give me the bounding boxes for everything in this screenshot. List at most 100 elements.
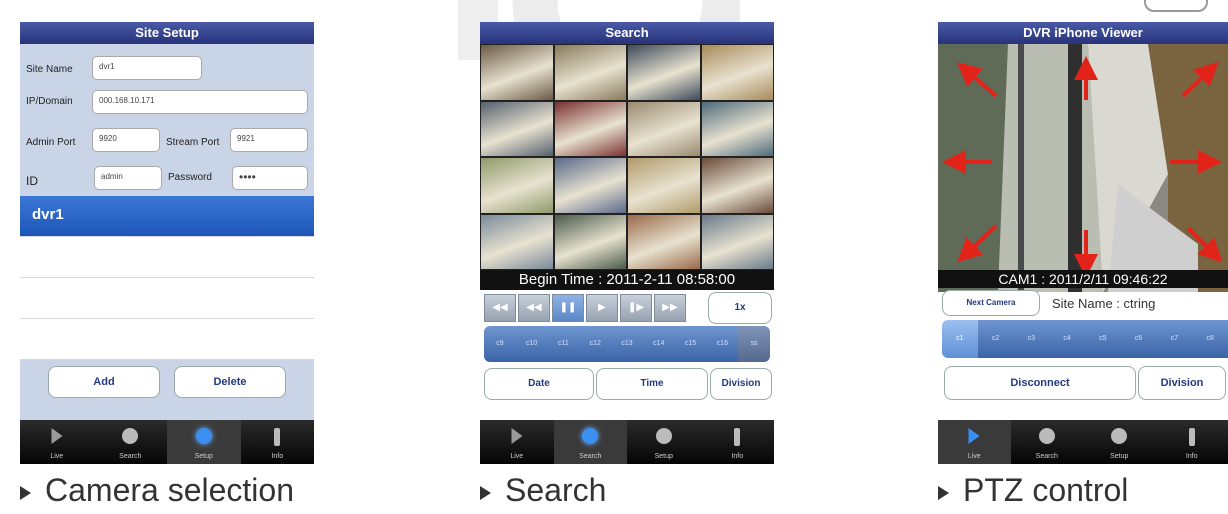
camera-thumbnail[interactable] <box>554 45 626 100</box>
site-name-field[interactable]: dvr1 <box>92 56 202 80</box>
ptz-down-right-arrow[interactable] <box>1186 226 1223 263</box>
tab-live[interactable]: Live <box>938 420 1011 464</box>
channel-button-c4[interactable]: c4 <box>1049 320 1086 358</box>
channel-button-c10[interactable]: c10 <box>515 326 549 362</box>
camera-thumbnail[interactable] <box>554 158 626 213</box>
channel-button-c1[interactable]: c1 <box>942 320 979 358</box>
site-list-item[interactable] <box>20 278 314 319</box>
tab-live[interactable]: Live <box>20 420 94 464</box>
channel-button-c13[interactable]: c13 <box>611 326 644 362</box>
search-phone-screen: Search Begin Time : 2011-2-11 08:58:00 ◀… <box>480 22 774 464</box>
rewind-button[interactable]: ◀◀ <box>518 294 550 322</box>
caption-arrow-icon <box>938 485 949 500</box>
disconnect-button[interactable]: Disconnect <box>944 366 1136 400</box>
camera-thumbnail[interactable] <box>701 158 773 213</box>
camera-thumbnail[interactable] <box>481 101 553 156</box>
add-button[interactable]: Add <box>48 366 160 398</box>
tab-info-label: Info <box>271 453 284 460</box>
channel-strip: c1 c2 c3 c4 c5 c6 c7 c8 <box>942 320 1228 358</box>
caption-ptz: PTZ control <box>938 472 1128 509</box>
tab-search-label: Search <box>1035 453 1058 460</box>
setup-phone-screen: Site Setup Site Name dvr1 IP/Domain 000.… <box>20 22 314 464</box>
ptz-up-right-arrow[interactable] <box>1181 61 1219 98</box>
channel-button-c14[interactable]: c14 <box>642 326 676 362</box>
site-name-display: Site Name : ctring <box>1052 296 1156 311</box>
camera-thumbnail[interactable] <box>628 45 700 100</box>
step-forward-icon: ❚▶ <box>627 302 645 313</box>
channel-button-c9[interactable]: c9 <box>484 326 517 362</box>
ip-domain-field[interactable]: 000.168.10.171 <box>92 90 308 114</box>
camera-thumbnail[interactable] <box>481 45 553 100</box>
tab-setup[interactable]: Setup <box>167 420 241 464</box>
fast-forward-button[interactable]: ▶▶ <box>654 294 686 322</box>
tab-setup-label: Setup <box>1110 453 1129 460</box>
tab-info[interactable]: Info <box>241 420 315 464</box>
channel-button-c15[interactable]: c15 <box>674 326 708 362</box>
tab-search[interactable]: Search <box>553 420 627 464</box>
site-list-item[interactable] <box>20 319 314 360</box>
date-button[interactable]: Date <box>484 368 594 400</box>
tab-setup[interactable]: Setup <box>627 420 701 464</box>
ptz-up-left-arrow[interactable] <box>956 62 998 98</box>
channel-button-c5[interactable]: c5 <box>1085 320 1122 358</box>
camera-thumbnail[interactable] <box>701 101 773 156</box>
info-icon <box>274 428 281 446</box>
channel-button-c2[interactable]: c2 <box>977 320 1015 358</box>
channel-button-c3[interactable]: c3 <box>1013 320 1051 358</box>
play-button[interactable]: ▶ <box>586 294 618 322</box>
delete-button[interactable]: Delete <box>174 366 286 398</box>
tab-bar: Live Search Setup Info <box>480 420 774 464</box>
speed-button[interactable]: 1x <box>708 292 772 324</box>
camera-thumbnail[interactable] <box>481 158 553 213</box>
caption-camera-text: Camera selection <box>45 472 294 508</box>
stream-port-field[interactable]: 9921 <box>230 128 308 152</box>
channel-button-c11[interactable]: c11 <box>547 326 581 362</box>
step-forward-button[interactable]: ❚▶ <box>620 294 652 322</box>
channel-button-c6[interactable]: c6 <box>1120 320 1158 358</box>
channel-button-c16[interactable]: c16 <box>706 326 740 362</box>
tab-search[interactable]: Search <box>94 420 168 464</box>
ptz-arrows <box>942 56 1223 278</box>
tab-setup[interactable]: Setup <box>1083 420 1156 464</box>
tab-info[interactable]: Info <box>701 420 775 464</box>
stream-port-label: Stream Port <box>166 137 220 148</box>
tab-live-label: Live <box>967 453 981 460</box>
time-button[interactable]: Time <box>596 368 708 400</box>
channel-button-ss[interactable]: ss <box>738 326 770 362</box>
site-name-label: Site Name <box>26 64 73 75</box>
caption-search-text: Search <box>505 472 607 508</box>
channel-button-c8[interactable]: c8 <box>1192 320 1228 358</box>
begin-time-display: Begin Time : 2011-2-11 08:58:00 <box>480 270 774 290</box>
site-list-item-selected[interactable]: dvr1 <box>20 196 314 237</box>
caption-arrow-icon <box>480 485 491 500</box>
rewind-fast-button[interactable]: ◀◀ <box>484 294 516 322</box>
division-button[interactable]: Division <box>710 368 772 400</box>
camera-thumbnail[interactable] <box>628 101 700 156</box>
camera-thumbnail[interactable] <box>554 101 626 156</box>
tab-search[interactable]: Search <box>1011 420 1084 464</box>
password-label: Password <box>168 172 212 183</box>
password-field[interactable]: •••• <box>232 166 308 190</box>
camera-thumbnail[interactable] <box>701 45 773 100</box>
tab-info[interactable]: Info <box>1156 420 1228 464</box>
channel-button-c12[interactable]: c12 <box>579 326 613 362</box>
division-button[interactable]: Division <box>1138 366 1226 400</box>
ptz-down-left-arrow[interactable] <box>957 224 998 263</box>
admin-port-field[interactable]: 9920 <box>92 128 160 152</box>
site-list-item[interactable] <box>20 237 314 278</box>
tab-setup-label: Setup <box>654 453 673 460</box>
rewind-icon: ◀◀ <box>526 302 542 313</box>
pause-button[interactable]: ❚❚ <box>552 294 584 322</box>
tab-info-label: Info <box>1185 453 1198 460</box>
camera-thumbnail[interactable] <box>628 158 700 213</box>
camera-thumbnail[interactable] <box>554 214 626 269</box>
next-camera-button[interactable]: Next Camera <box>942 290 1040 316</box>
camera-thumbnail[interactable] <box>701 214 773 269</box>
camera-thumbnail[interactable] <box>628 214 700 269</box>
channel-button-c7[interactable]: c7 <box>1156 320 1194 358</box>
caption-search: Search <box>480 472 606 509</box>
id-field[interactable]: admin <box>94 166 162 190</box>
ptz-phone-screen: DVR iPhone Viewer CAM1 : 2011/2/11 09:46… <box>938 22 1228 464</box>
tab-live[interactable]: Live <box>480 420 554 464</box>
camera-thumbnail[interactable] <box>481 214 553 269</box>
